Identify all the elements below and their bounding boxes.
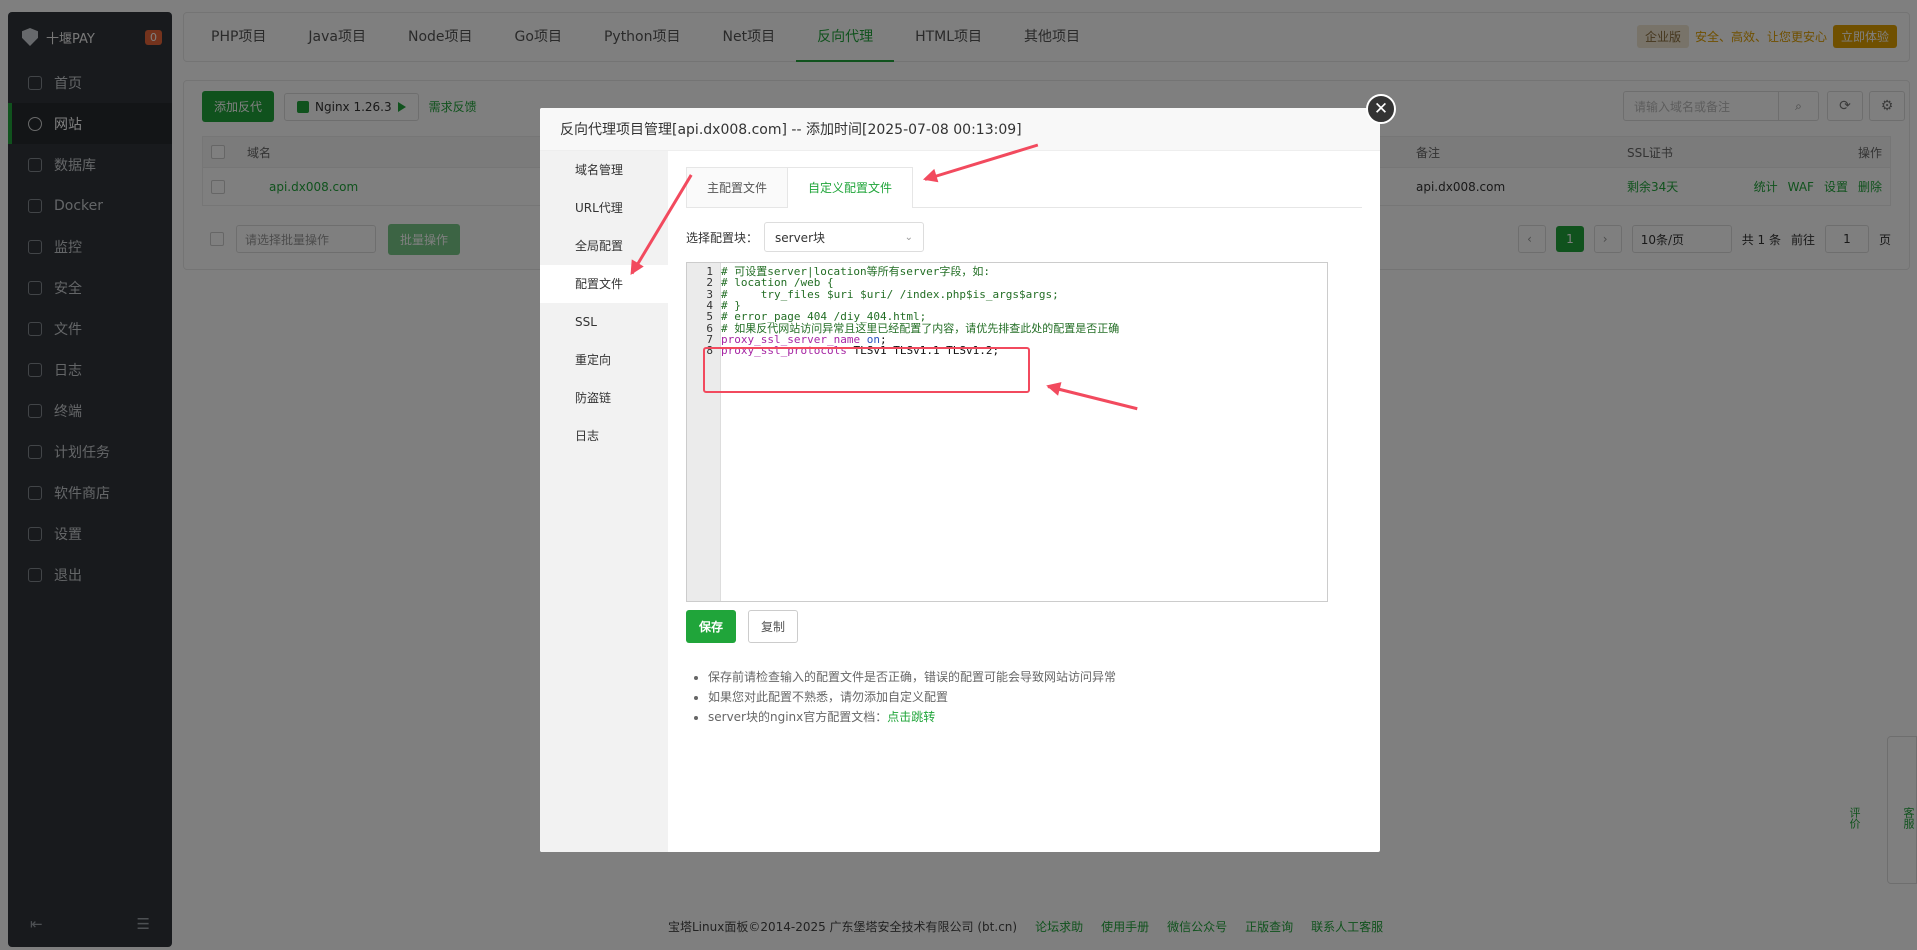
dialog-title: 反向代理项目管理[api.dx008.com] -- 添加时间[2025-07-… [540,108,1380,151]
chevron-down-icon: ⌄ [904,231,914,243]
tips-list: 保存前请检查输入的配置文件是否正确，错误的配置可能会导致网站访问异常 如果您对此… [686,667,1362,727]
tip-item: 保存前请检查输入的配置文件是否正确，错误的配置可能会导致网站访问异常 [708,667,1362,687]
dialog-menu-item[interactable]: 日志 [540,417,668,455]
block-select[interactable]: server块 ⌄ [764,222,925,252]
dialog-menu-item[interactable]: SSL [540,303,668,341]
dialog-menu-item[interactable]: URL代理 [540,189,668,227]
code-editor[interactable]: 1 # 可设置server|location等所有server字段，如: 2 # lo… [686,262,1328,602]
docs-link[interactable]: 点击跳转 [887,710,935,724]
save-button[interactable]: 保存 [686,610,737,643]
close-icon[interactable]: ✕ [1366,94,1396,124]
app-frame: 十堰PAY 0 首页网站数据库Docker监控安全文件日志终端计划任务软件商店设… [0,0,1917,950]
dialog-menu-item[interactable]: 防盗链 [540,379,668,417]
dialog-menu-item[interactable]: 配置文件 [540,265,668,303]
highlight-box [703,347,1030,393]
dialog-main: 主配置文件 自定义配置文件 选择配置块： server块 ⌄ 1 # 可设置serv… [668,151,1380,852]
action-buttons: 保存 复制 [686,610,1362,643]
tip-text: server块的nginx官方配置文档： [708,710,888,724]
block-select-row: 选择配置块： server块 ⌄ [686,222,1362,252]
tip-item: 如果您对此配置不熟悉，请勿添加自定义配置 [708,687,1362,707]
tab-custom-config[interactable]: 自定义配置文件 [787,167,914,208]
tab-main-config[interactable]: 主配置文件 [686,167,789,207]
block-select-value: server块 [775,230,826,245]
dialog-menu-item[interactable]: 重定向 [540,341,668,379]
dialog-menu-item[interactable]: 域名管理 [540,151,668,189]
copy-button[interactable]: 复制 [748,610,799,643]
tip-item: server块的nginx官方配置文档：点击跳转 [708,707,1362,727]
config-tabs: 主配置文件 自定义配置文件 [686,167,1362,208]
dialog-sidebar: 域名管理 URL代理 全局配置 配置文件 SSL 重定向 防盗链 日志 [540,151,668,852]
block-select-label: 选择配置块： [686,230,759,245]
